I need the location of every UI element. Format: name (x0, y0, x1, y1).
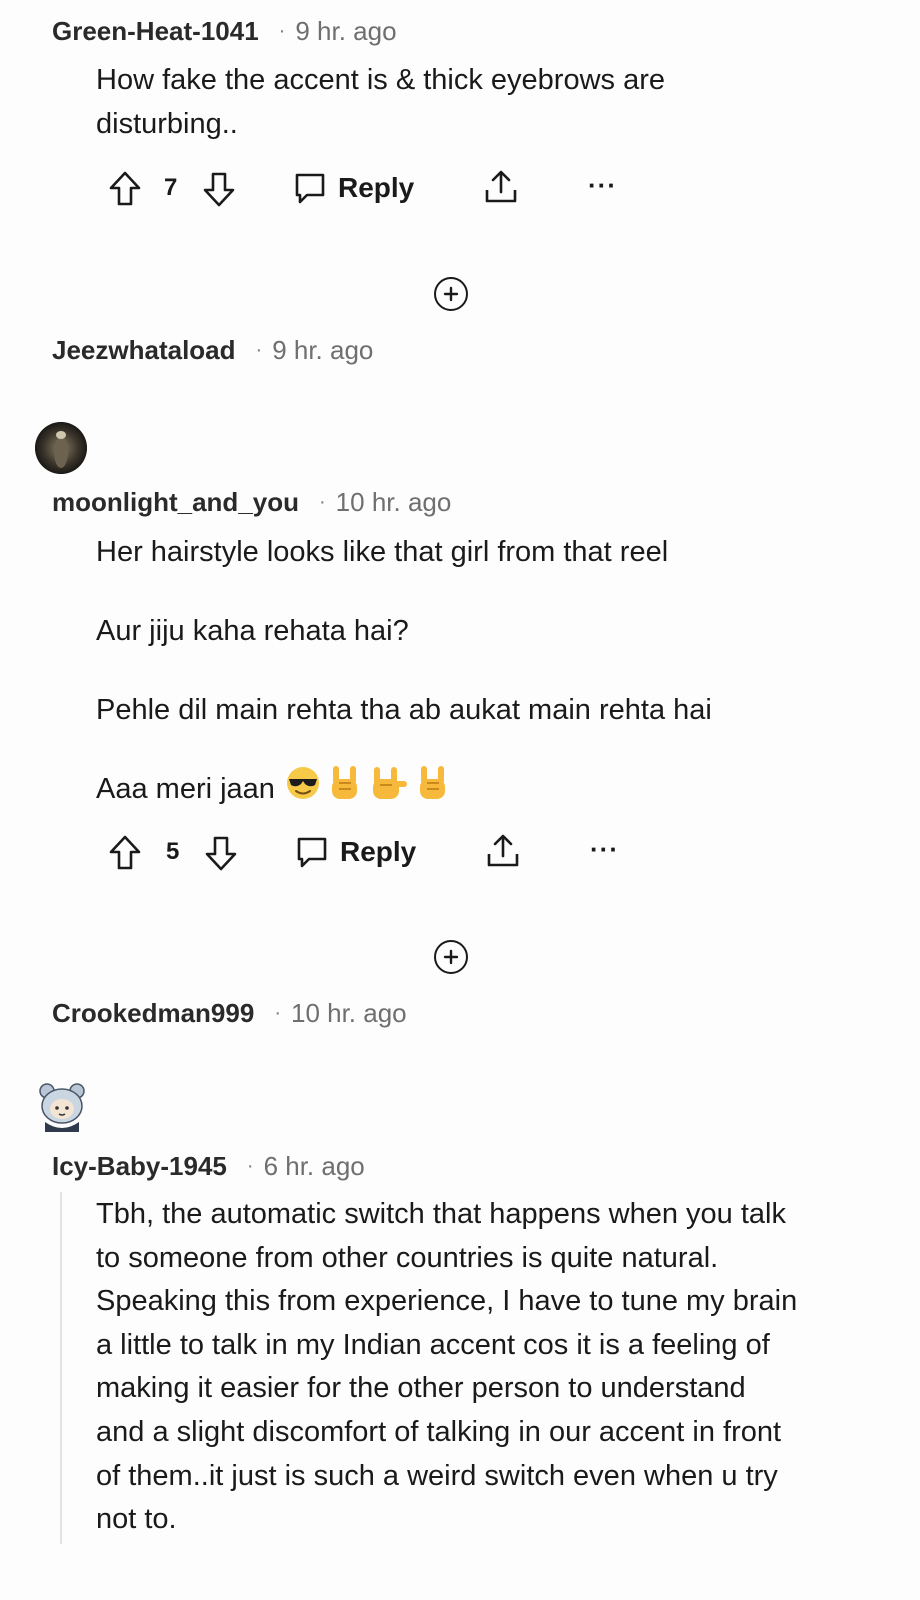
username[interactable]: Crookedman999 (52, 998, 254, 1029)
downvote-arrow-icon (203, 172, 235, 207)
timestamp[interactable]: 9 hr. ago (295, 16, 396, 47)
avatar[interactable] (35, 422, 87, 474)
downvote-button[interactable] (204, 834, 238, 872)
upvote-arrow-icon (109, 835, 141, 870)
comment-bubble-icon (297, 837, 327, 868)
comment-paragraph: Her hairstyle looks like that girl from … (96, 536, 669, 568)
comment-meta: moonlight_and_you · 10 hr. ago (52, 487, 451, 518)
sign-of-the-horns-icon (415, 763, 451, 816)
timestamp[interactable]: 6 hr. ago (264, 1151, 365, 1182)
comment-meta: Green-Heat-1041 · 9 hr. ago (52, 16, 397, 47)
comment-meta: Crookedman999 · 10 hr. ago (52, 998, 407, 1029)
comment-paragraph: Aaa meri jaan (96, 765, 712, 814)
comment-body: Her hairstyle looks like that girl from … (96, 530, 712, 811)
timestamp[interactable]: 9 hr. ago (272, 335, 373, 366)
reply-label: Reply (338, 172, 415, 203)
plus-circle-icon (443, 949, 459, 965)
username[interactable]: moonlight_and_you (52, 487, 299, 518)
vote-count: 7 (164, 174, 178, 201)
more-options-button[interactable]: ··· (588, 170, 617, 201)
comment-paragraph: Pehle dil main rehta tha ab aukat main r… (96, 694, 712, 726)
love-you-gesture-icon (369, 763, 409, 816)
comment-line: to someone from other countries is quite… (96, 1241, 719, 1274)
sunglasses-face-icon (285, 765, 321, 814)
plus-circle-icon (443, 286, 459, 302)
comment-actions: 7 Reply ··· (0, 166, 920, 212)
more-options-button[interactable]: ··· (590, 834, 619, 865)
comment-body: How fake the accent is & thick eyebrows … (96, 58, 665, 146)
comment-paragraph: Aur jiju kaha rehata hai? (96, 615, 409, 647)
comment-line: and a slight discomfort of talking in ou… (96, 1415, 782, 1448)
thread-line[interactable] (60, 1192, 62, 1544)
meta-separator: · (278, 20, 286, 42)
comment-bubble-icon (295, 173, 325, 204)
upvote-button[interactable] (108, 834, 142, 872)
avatar[interactable] (37, 1082, 87, 1134)
comment-line: How fake the accent is & thick eyebrows … (96, 64, 665, 96)
sign-of-the-horns-icon (327, 763, 363, 816)
upvote-arrow-icon (109, 171, 141, 206)
share-icon (487, 834, 519, 867)
timestamp[interactable]: 10 hr. ago (336, 487, 452, 518)
expand-replies-button[interactable] (434, 940, 468, 974)
comment-line: Speaking this from experience, I have to… (96, 1285, 798, 1318)
vote-count: 5 (166, 838, 180, 865)
reply-button[interactable]: Reply (292, 170, 414, 206)
upvote-button[interactable] (108, 170, 142, 208)
avatar-image (35, 422, 87, 474)
downvote-arrow-icon (205, 836, 237, 871)
meta-separator: · (255, 339, 263, 361)
comment-meta: Icy-Baby-1945 · 6 hr. ago (52, 1151, 365, 1182)
username[interactable]: Green-Heat-1041 (52, 16, 259, 47)
meta-separator: · (246, 1155, 254, 1177)
share-button[interactable] (484, 832, 522, 870)
reply-label: Reply (340, 836, 417, 867)
share-icon (485, 170, 517, 203)
expand-replies-button[interactable] (434, 277, 468, 311)
comment-line: of them..it just is such a weird switch … (96, 1459, 778, 1492)
share-button[interactable] (482, 168, 520, 206)
username[interactable]: Jeezwhataload (52, 335, 236, 366)
reply-button[interactable]: Reply (294, 834, 416, 870)
comment-line: not to. (96, 1503, 177, 1536)
meta-separator: · (319, 491, 326, 513)
comment-meta: Jeezwhataload · 9 hr. ago (52, 335, 373, 366)
username[interactable]: Icy-Baby-1945 (52, 1151, 227, 1182)
comment-line: a little to talk in my Indian accent cos… (96, 1328, 770, 1361)
avatar-image (39, 1083, 85, 1132)
comment-text: Aaa meri jaan (96, 773, 275, 805)
comment-line: Tbh, the automatic switch that happens w… (96, 1198, 786, 1230)
comment-body: Tbh, the automatic switch that happens w… (96, 1193, 797, 1542)
downvote-button[interactable] (202, 170, 236, 208)
meta-separator: · (274, 1002, 281, 1024)
timestamp[interactable]: 10 hr. ago (291, 998, 407, 1029)
comment-line: disturbing.. (96, 108, 238, 140)
comment-actions: 5 Reply ··· (0, 830, 920, 876)
comment-line: making it easier for the other person to… (96, 1372, 746, 1405)
